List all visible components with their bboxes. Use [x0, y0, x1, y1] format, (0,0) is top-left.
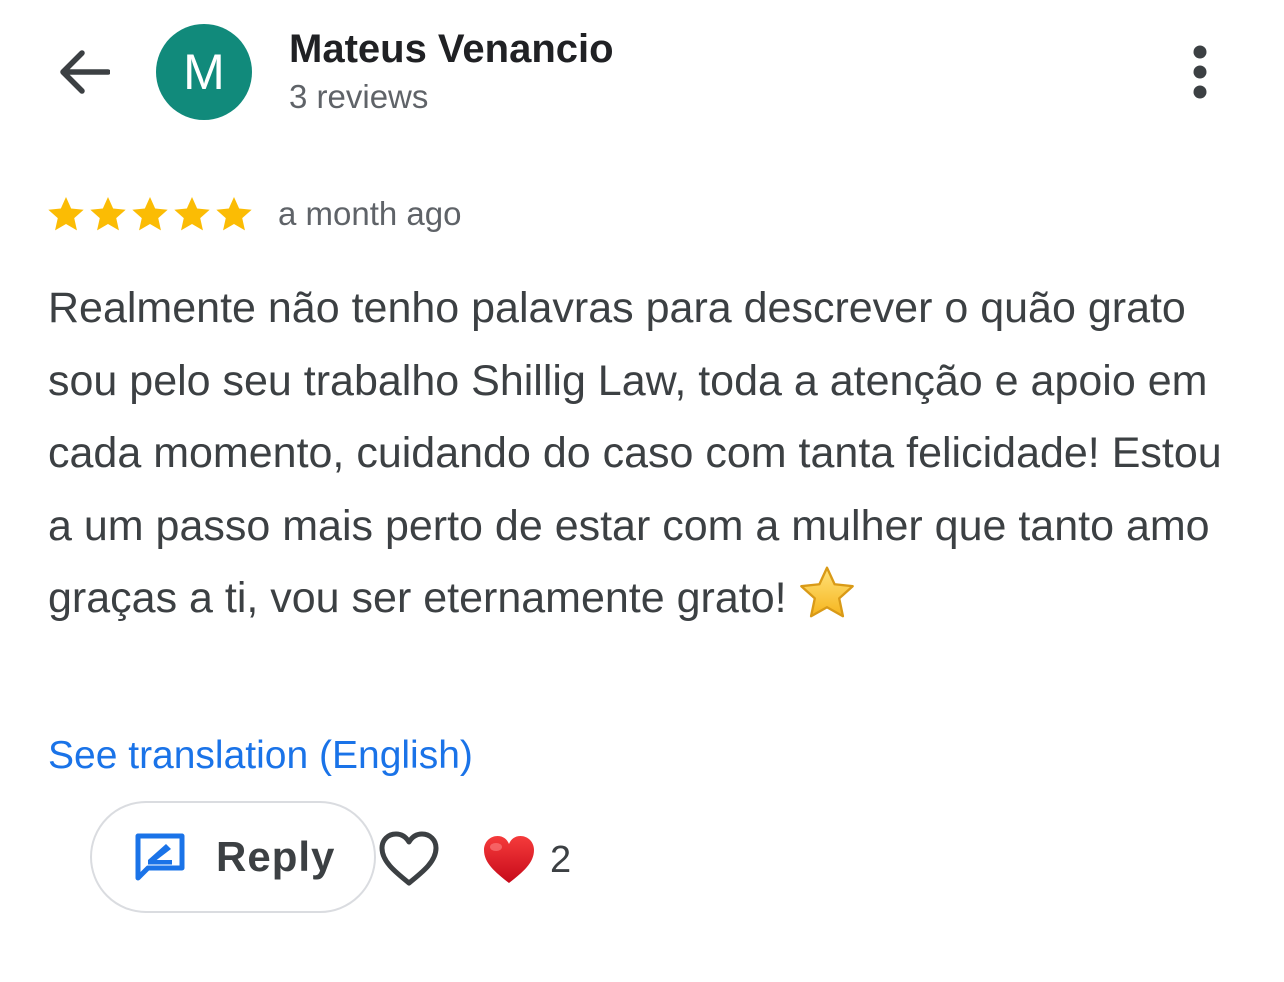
avatar[interactable]: M [156, 24, 252, 120]
review-text: Realmente não tenho palavras para descre… [48, 284, 1222, 622]
back-button[interactable] [52, 40, 116, 104]
review-header: M Mateus Venancio 3 reviews [0, 0, 1284, 150]
heart-outline-icon [379, 831, 439, 886]
more-vertical-icon [1193, 45, 1207, 99]
star-rating [46, 194, 256, 234]
reviewer-name[interactable]: Mateus Venancio [289, 26, 614, 72]
arrow-back-icon [60, 50, 110, 94]
star-icon [90, 197, 126, 231]
review-body: Realmente não tenho palavras para descre… [48, 272, 1248, 647]
star-emoji [797, 564, 857, 647]
reaction-count: 2 [550, 838, 572, 881]
review-date: a month ago [278, 195, 462, 232]
rate-review-icon [135, 833, 185, 881]
reaction-summary[interactable]: 2 [482, 830, 571, 890]
avatar-initial: M [183, 44, 225, 100]
reply-label: Reply [216, 833, 336, 880]
star-icon [216, 197, 252, 231]
see-translation-link[interactable]: See translation (English) [48, 732, 473, 780]
star-icon [132, 197, 168, 231]
red-heart-icon [484, 836, 534, 883]
rating-row: a month ago [46, 190, 461, 238]
reply-button[interactable]: Reply [90, 801, 376, 913]
more-options-button[interactable] [1170, 40, 1230, 104]
star-icon [174, 197, 210, 231]
reviewer-review-count: 3 reviews [289, 78, 429, 115]
star-icon [48, 197, 84, 231]
like-button[interactable] [376, 826, 442, 892]
